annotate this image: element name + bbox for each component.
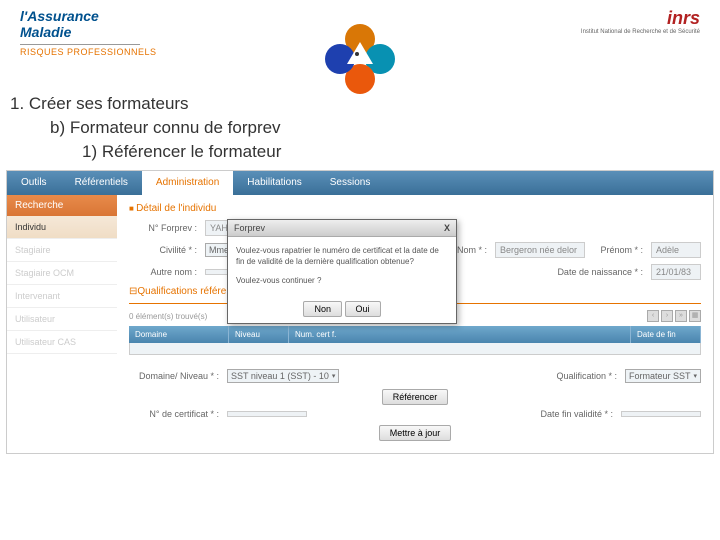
- page-last-icon[interactable]: »: [675, 310, 687, 322]
- app-screenshot: Outils Référentiels Administration Habil…: [6, 170, 714, 454]
- col-datefin[interactable]: Date de fin: [631, 326, 701, 343]
- no-button[interactable]: Non: [303, 301, 342, 317]
- menu-administration[interactable]: Administration: [142, 171, 233, 195]
- title-level-3: 1) Référencer le formateur: [82, 142, 710, 162]
- prenom-label: Prénom * :: [593, 245, 643, 255]
- civilite-label: Civilité * :: [129, 245, 197, 255]
- sidebar-item-stagiaire-ocm[interactable]: Stagiaire OCM: [7, 262, 117, 285]
- menu-habilitations[interactable]: Habilitations: [233, 171, 315, 195]
- inrs-logo: inrs Institut National de Recherche et d…: [581, 8, 700, 35]
- date-validite-label: Date fin validité * :: [523, 409, 613, 419]
- slide-title: 1. Créer ses formateurs b) Formateur con…: [0, 90, 720, 170]
- page-prev-icon[interactable]: ‹: [647, 310, 659, 322]
- sidebar-item-utilisateur[interactable]: Utilisateur: [7, 308, 117, 331]
- autrenom-label: Autre nom :: [129, 267, 197, 277]
- qualif-select[interactable]: Formateur SST: [625, 369, 701, 383]
- menu-sessions[interactable]: Sessions: [316, 171, 385, 195]
- page-next-icon[interactable]: ›: [661, 310, 673, 322]
- top-menubar: Outils Référentiels Administration Habil…: [7, 171, 713, 195]
- qualif-table-header: Domaine Niveau Num. cert f. Date de fin: [129, 326, 701, 343]
- sidebar-search-header: Recherche: [7, 195, 117, 216]
- sidebar-item-individu[interactable]: Individu: [7, 216, 117, 239]
- main-panel: Détail de l'individu N° Forprev : YAH059…: [117, 195, 713, 453]
- nom-input[interactable]: Bergeron née delor: [495, 242, 585, 258]
- title-level-1: 1. Créer ses formateurs: [10, 94, 710, 114]
- pagination: ‹ › » ▦: [647, 310, 701, 322]
- page-header: l'AssuranceMaladie RISQUES PROFESSIONNEL…: [0, 0, 720, 90]
- sidebar-item-utilisateur-cas[interactable]: Utilisateur CAS: [7, 331, 117, 354]
- dialog-title: Forprev: [234, 223, 265, 233]
- mettre-a-jour-button[interactable]: Mettre à jour: [379, 425, 452, 441]
- yes-button[interactable]: Oui: [345, 301, 381, 317]
- forprev-label: N° Forprev :: [129, 223, 197, 233]
- confirm-dialog: Forprev X Voulez-vous rapatrier le numér…: [227, 219, 457, 324]
- center-emblem: [325, 24, 395, 94]
- col-numcert[interactable]: Num. cert f.: [289, 326, 631, 343]
- col-domaine[interactable]: Domaine: [129, 326, 229, 343]
- close-icon[interactable]: X: [444, 223, 450, 233]
- naissance-label: Date de naissance * :: [543, 267, 643, 277]
- sidebar-item-intervenant[interactable]: Intervenant: [7, 285, 117, 308]
- sidebar: Recherche Individu Stagiaire Stagiaire O…: [7, 195, 117, 453]
- menu-referentiels[interactable]: Référentiels: [61, 171, 142, 195]
- col-niveau[interactable]: Niveau: [229, 326, 289, 343]
- dialog-text-1: Voulez-vous rapatrier le numéro de certi…: [236, 245, 448, 267]
- domaine-niveau-select[interactable]: SST niveau 1 (SST) - 10: [227, 369, 339, 383]
- menu-outils[interactable]: Outils: [7, 171, 61, 195]
- cert-input[interactable]: [227, 411, 307, 417]
- assurance-maladie-logo: l'AssuranceMaladie RISQUES PROFESSIONNEL…: [20, 8, 157, 57]
- qualif-label: Qualification * :: [549, 371, 617, 381]
- title-level-2: b) Formateur connu de forprev: [50, 118, 710, 138]
- dialog-text-2: Voulez-vous continuer ?: [236, 275, 448, 286]
- date-validite-input[interactable]: [621, 411, 701, 417]
- naissance-input[interactable]: 21/01/83: [651, 264, 701, 280]
- referencer-button[interactable]: Référencer: [382, 389, 449, 405]
- results-count: 0 élément(s) trouvé(s): [129, 312, 207, 321]
- prenom-input[interactable]: Adèle: [651, 242, 701, 258]
- export-icon[interactable]: ▦: [689, 310, 701, 322]
- detail-section-title: Détail de l'individu: [129, 203, 701, 214]
- sidebar-item-stagiaire[interactable]: Stagiaire: [7, 239, 117, 262]
- cert-label: N° de certificat * :: [129, 409, 219, 419]
- domaine-niveau-label: Domaine/ Niveau * :: [129, 371, 219, 381]
- table-empty-row: [129, 343, 701, 355]
